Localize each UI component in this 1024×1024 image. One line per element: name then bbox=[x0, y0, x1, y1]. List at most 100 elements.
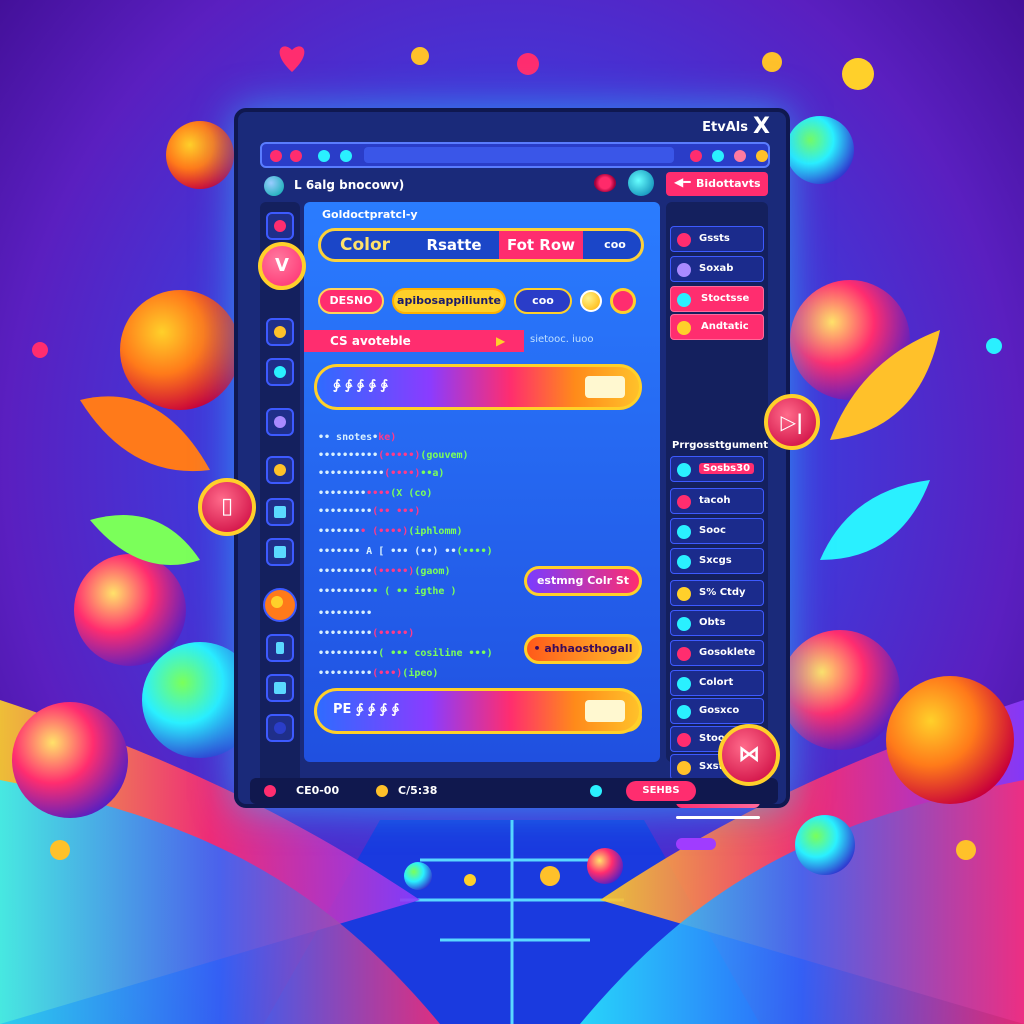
dot-icon bbox=[677, 525, 691, 539]
css-bar[interactable]: CS avoteble ▶ bbox=[304, 330, 524, 352]
gradient-preview-text: ∳ ∳ ∳ ∳ ∳ bbox=[333, 378, 388, 393]
list-item[interactable]: Sxcgs bbox=[670, 548, 764, 574]
close-icon[interactable]: X bbox=[753, 114, 770, 139]
status-cyan-icon[interactable] bbox=[590, 785, 602, 797]
code-line: ••••••• A [ ••• (••) ••(••••) bbox=[318, 546, 493, 557]
tab-coo[interactable]: coo bbox=[583, 231, 641, 259]
rail-button-cyan[interactable] bbox=[266, 358, 294, 386]
rail-button-yellow[interactable] bbox=[266, 456, 294, 484]
v-badge-button[interactable]: V bbox=[258, 242, 306, 290]
code-line: •••••••••••(••••)••a) bbox=[318, 468, 445, 479]
list-item[interactable]: Andtatic bbox=[670, 314, 764, 340]
status-yellow-icon[interactable] bbox=[376, 785, 388, 797]
tab-rsatte[interactable]: Rsatte bbox=[409, 231, 499, 259]
status-left-text: CE0-00 bbox=[296, 784, 340, 797]
refresh-icon[interactable] bbox=[628, 170, 654, 196]
list-item[interactable]: Stoctsse bbox=[670, 286, 764, 312]
rail-button-grid[interactable] bbox=[266, 674, 294, 702]
list-item[interactable]: Colort bbox=[670, 670, 764, 696]
css-bar-label: CS avoteble bbox=[330, 334, 411, 348]
lips-icon[interactable] bbox=[594, 174, 616, 192]
action-button-1[interactable]: estmng Colr St bbox=[524, 566, 642, 596]
rail-button-bar[interactable] bbox=[266, 634, 294, 662]
window-dot-cyan-icon[interactable] bbox=[318, 150, 330, 162]
code-line: ••••••••••(•••••)(gouvem) bbox=[318, 450, 469, 461]
blank-icon bbox=[274, 722, 286, 734]
css-bar-arrow-icon[interactable]: ▶ bbox=[496, 334, 505, 348]
window-dot-cyan-icon[interactable] bbox=[340, 150, 352, 162]
pause-icon: ▯ bbox=[220, 494, 234, 519]
dot-icon bbox=[677, 233, 691, 247]
cyan-dot-icon bbox=[274, 366, 286, 378]
code-line: ••••••••• bbox=[318, 608, 373, 619]
window-dot-pink-icon[interactable] bbox=[290, 150, 302, 162]
v-icon: V bbox=[275, 255, 289, 276]
list-item[interactable]: Sosbs30 bbox=[670, 456, 764, 482]
rail-button-red[interactable] bbox=[266, 212, 294, 240]
gradient-preview-top[interactable]: ∳ ∳ ∳ ∳ ∳ bbox=[314, 364, 642, 410]
list-item[interactable]: Obts bbox=[670, 610, 764, 636]
document-icon bbox=[274, 506, 286, 518]
address-bar[interactable] bbox=[364, 147, 674, 163]
pause-button[interactable]: ▯ bbox=[198, 478, 256, 536]
window-title: EtvAls bbox=[702, 120, 748, 135]
code-line: •• snotes•ke) bbox=[318, 432, 397, 443]
rail-button-doc-2[interactable] bbox=[266, 538, 294, 566]
purple-dot-icon bbox=[274, 416, 286, 428]
rail-button-orange[interactable] bbox=[266, 318, 294, 346]
list-item[interactable]: Gosxco bbox=[670, 698, 764, 724]
coo-chip[interactable]: coo bbox=[514, 288, 572, 314]
list-item[interactable]: Gssts bbox=[670, 226, 764, 252]
tab-fot-row[interactable]: Fot Row bbox=[499, 231, 583, 259]
app-window: EtvAls X L 6alg bnocowv) Goldoctpratcl-y bbox=[234, 108, 790, 850]
toolbar-dot-icon[interactable] bbox=[756, 150, 768, 162]
yellow-toggle[interactable] bbox=[580, 290, 602, 312]
dot-icon bbox=[677, 617, 691, 631]
dot-icon bbox=[677, 733, 691, 747]
status-button[interactable]: SEHBS bbox=[626, 781, 696, 801]
skip-forward-button[interactable]: ▷| bbox=[764, 394, 820, 450]
css-bar-note: sietooc. iuoo bbox=[530, 334, 594, 345]
divider bbox=[676, 816, 760, 819]
window-dot-red-icon[interactable] bbox=[270, 150, 282, 162]
gradient-preview-bottom[interactable]: PE ∳ ∳ ∳ ∳ bbox=[314, 688, 642, 734]
right-panel-header[interactable]: ◀━ Bidottavts bbox=[666, 172, 768, 196]
toolbar-dot-icon[interactable] bbox=[690, 150, 702, 162]
rail-button-sphere[interactable] bbox=[263, 588, 297, 622]
back-arrow-icon[interactable]: ◀━ bbox=[674, 175, 690, 189]
status-red-icon[interactable] bbox=[264, 785, 276, 797]
right-panel: ◀━ Bidottavts Gssts Soxab Stoctsse Andta… bbox=[666, 172, 768, 850]
list-item[interactable]: S% Ctdy bbox=[670, 580, 764, 606]
toolbar-dot-icon[interactable] bbox=[734, 150, 746, 162]
list-item[interactable]: Sooc bbox=[670, 518, 764, 544]
list-item[interactable]: tacoh bbox=[670, 488, 764, 514]
dot-icon bbox=[677, 705, 691, 719]
color-swatch[interactable] bbox=[585, 376, 625, 398]
dot-icon bbox=[677, 761, 691, 775]
status-bar: CE0-00 C/5:38 SEHBS bbox=[250, 778, 778, 804]
action-button-2[interactable]: • ahhaosthogall bbox=[524, 634, 642, 664]
toolbar-dot-icon[interactable] bbox=[712, 150, 724, 162]
record-button[interactable] bbox=[610, 288, 636, 314]
color-swatch[interactable] bbox=[585, 700, 625, 722]
bowtie-button[interactable]: ⋈ bbox=[718, 724, 780, 786]
dot-icon bbox=[677, 321, 691, 335]
dot-icon bbox=[677, 587, 691, 601]
rail-button-bottom[interactable] bbox=[266, 714, 294, 742]
orange-dot-icon bbox=[274, 326, 286, 338]
editor-panel: Goldoctpratcl-y Color Rsatte Fot Row coo… bbox=[304, 202, 660, 762]
right-panel-title: Bidottavts bbox=[696, 177, 761, 190]
list-item[interactable]: Soxab bbox=[670, 256, 764, 282]
list-item[interactable]: Gosoklete bbox=[670, 640, 764, 666]
code-line: ••••••••••••(X (co) bbox=[318, 488, 433, 499]
apply-chip[interactable]: apibosappiliunte bbox=[392, 288, 506, 314]
demo-chip[interactable]: DESNO bbox=[318, 288, 384, 314]
progress-bar bbox=[676, 838, 716, 850]
rail-button-doc[interactable] bbox=[266, 498, 294, 526]
dot-icon bbox=[677, 293, 691, 307]
tab-color[interactable]: Color bbox=[321, 231, 409, 259]
status-middle-text: C/5:38 bbox=[398, 784, 438, 797]
gradient-preview-text: PE ∳ ∳ ∳ ∳ bbox=[333, 702, 399, 717]
red-dot-icon bbox=[274, 220, 286, 232]
rail-button-purple[interactable] bbox=[266, 408, 294, 436]
